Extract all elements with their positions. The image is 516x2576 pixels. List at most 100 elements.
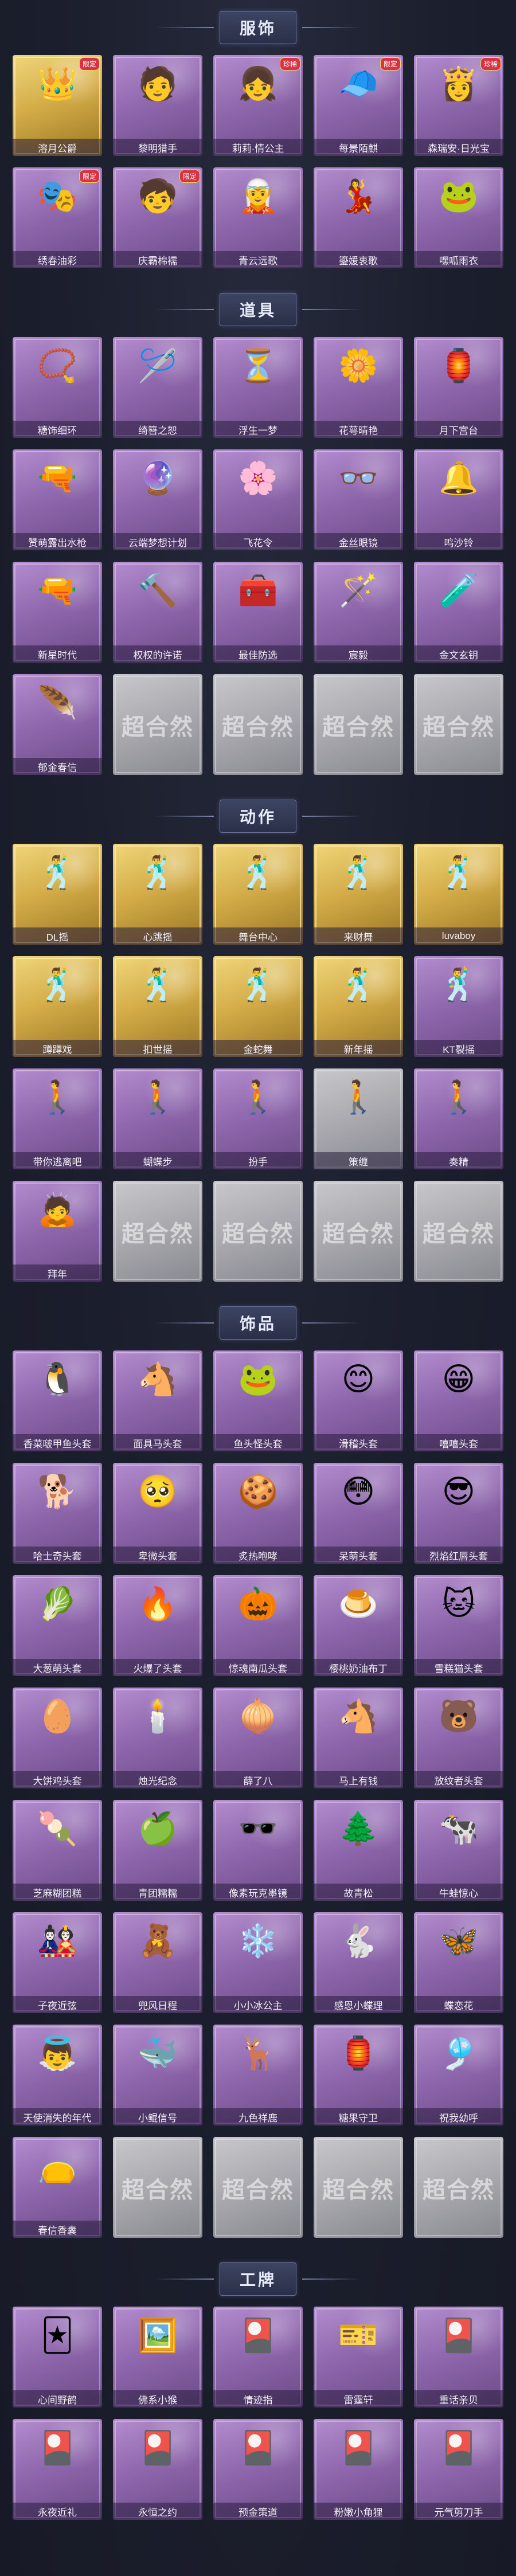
item-tile[interactable]: 超合然 [113,674,202,775]
item-tile[interactable]: 超合然 [314,2137,403,2238]
item-tile[interactable]: 超合然 [213,674,303,775]
item-tile[interactable]: 🍏 青团糯糯 [113,1800,202,1901]
item-tile[interactable]: 💃 鎏媛衷歌 [314,167,403,268]
item-tile[interactable]: 🦋 蝶恋花 [414,1912,503,2013]
item-tile[interactable]: ❄️ 小小冰公主 [213,1912,303,2013]
item-tile[interactable]: 超合然 [314,674,403,775]
item-tile[interactable]: 🐱 雪糕猫头套 [414,1575,503,1676]
item-tile[interactable]: 🎴 元气剪刀手 [414,2419,503,2520]
item-tile[interactable]: 🕺 KT裂摇 [414,956,503,1057]
item-tile[interactable]: 超合然 [113,2137,202,2238]
item-tile[interactable]: 😁 嘻嘻头套 [414,1350,503,1451]
item-tile[interactable]: 🎴 永夜近礼 [13,2419,102,2520]
item-tile[interactable]: 🧑 黎明猎手 [113,55,202,156]
item-tile[interactable]: 🔔 鸣沙铃 [414,449,503,550]
item-tile[interactable]: 🕺 蹲蹲戏 [13,956,102,1057]
item-tile[interactable]: 🏮 月下宫台 [414,337,503,438]
item-tile[interactable]: 🔫 赞萌露出水枪 [13,449,102,550]
item-tile[interactable]: 🧒 庆霸棉襦 限定 [113,167,202,268]
item-tile[interactable]: 😳 呆萌头套 [314,1463,403,1564]
item-tile[interactable]: 🧝 青云远歌 [213,167,303,268]
item-tile[interactable]: 🔥 火爆了头套 [113,1575,202,1676]
item-tile[interactable]: 🎭 绣春油彩 限定 [13,167,102,268]
item-tile[interactable]: 🕺 心跳摇 [113,844,202,945]
item-tile[interactable]: ⏳ 浮生一梦 [213,337,303,438]
item-tile[interactable]: 🧪 金文玄钥 [414,562,503,663]
item-tile[interactable]: 🎃 惊魂南瓜头套 [213,1575,303,1676]
item-tile[interactable]: 👧 莉莉·情公主 珍稀 [213,55,303,156]
item-tile[interactable]: 🥬 大葱萌头套 [13,1575,102,1676]
item-tile[interactable]: 🔨 权权的许诺 [113,562,202,663]
item-tile[interactable]: 🕶️ 像素玩克墨镜 [213,1800,303,1901]
item-tile[interactable]: 超合然 [213,1181,303,1282]
item-tile[interactable]: 🪄 宸毅 [314,562,403,663]
item-tile[interactable]: 🕺 金蛇舞 [213,956,303,1057]
item-tile[interactable]: 🐻 放纹者头套 [414,1688,503,1788]
item-tile[interactable]: 🚶 扮手 [213,1068,303,1169]
item-tile[interactable]: 🎴 重话亲贝 [414,2307,503,2407]
item-tile[interactable]: 🚶 蝴蝶步 [113,1068,202,1169]
item-tile[interactable]: 👼 天使消失的年代 [13,2025,102,2125]
item-tile[interactable]: 🪶 郁金春信 [13,674,102,775]
item-tile[interactable]: 🐳 小鲲信号 [113,2025,202,2125]
item-tile[interactable]: 🥺 卑微头套 [113,1463,202,1564]
item-tile[interactable]: 👸 森瑞安·日光宝 珍稀 [414,55,503,156]
item-tile[interactable]: 超合然 [414,2137,503,2238]
item-tile[interactable]: 🕺 来财舞 [314,844,403,945]
item-tile[interactable]: 🍡 芝麻糊团糕 [13,1800,102,1901]
item-tile[interactable]: 🔫 新星时代 [13,562,102,663]
item-tile[interactable]: 🧰 最佳防选 [213,562,303,663]
item-tile[interactable]: 🐧 香菜啵甲鱼头套 [13,1350,102,1451]
item-tile[interactable]: 🌸 飞花令 [213,449,303,550]
item-tile[interactable]: 🕺 新年摇 [314,956,403,1057]
item-tile[interactable]: 🧸 兜风日程 [113,1912,202,2013]
item-tile[interactable]: 超合然 [314,1181,403,1282]
item-tile[interactable]: 🕺 扣世摇 [113,956,202,1057]
item-tile[interactable]: 🙇 拜年 [13,1181,102,1282]
item-tile[interactable]: 超合然 [414,1181,503,1282]
item-tile[interactable]: 🚶 带你逃离吧 [13,1068,102,1169]
item-tile[interactable]: 🎴 情迹指 [213,2307,303,2407]
item-tile[interactable]: 🏮 糖果守卫 [314,2025,403,2125]
item-tile[interactable]: 超合然 [213,2137,303,2238]
item-tile[interactable]: 🐸 嘿呱雨衣 [414,167,503,268]
item-tile[interactable]: 🕯️ 烛光纪念 [113,1688,202,1788]
item-tile[interactable]: 🎴 预金策道 [213,2419,303,2520]
item-tile[interactable]: 🎎 子夜近弦 [13,1912,102,2013]
item-tile[interactable]: 😊 滑稽头套 [314,1350,403,1451]
item-tile[interactable]: 超合然 [414,674,503,775]
item-tile[interactable]: 🚶 奏精 [414,1068,503,1169]
item-tile[interactable]: 🌲 故青松 [314,1800,403,1901]
item-tile[interactable]: 👓 金丝眼镜 [314,449,403,550]
item-tile[interactable]: 🍮 樱桃奶油布丁 [314,1575,403,1676]
item-tile[interactable]: 😎 烈焰红唇头套 [414,1463,503,1564]
item-tile[interactable]: 🪡 绮簪之恕 [113,337,202,438]
item-tile[interactable]: 🥚 大饼鸡头套 [13,1688,102,1788]
item-tile[interactable]: 🎐 祝我幼呼 [414,2025,503,2125]
item-tile[interactable]: 🃏 心间野鹤 [13,2307,102,2407]
item-tile[interactable]: 🕺 luvaboy [414,844,503,945]
item-tile[interactable]: 🌼 花萼晴艳 [314,337,403,438]
item-tile[interactable]: 🕺 舞台中心 [213,844,303,945]
item-tile[interactable]: 🔮 云端梦想计划 [113,449,202,550]
item-tile[interactable]: 📿 糖饰细环 [13,337,102,438]
item-tile[interactable]: 超合然 [113,1181,202,1282]
item-tile[interactable]: 🦌 九色祥鹿 [213,2025,303,2125]
item-tile[interactable]: 🧢 每景陌麒 限定 [314,55,403,156]
item-tile[interactable]: 🐸 鱼头怪头套 [213,1350,303,1451]
item-tile[interactable]: 👑 溶月公爵 限定 [13,55,102,156]
item-tile[interactable]: 🐕 哈士奇头套 [13,1463,102,1564]
item-tile[interactable]: 🧅 薛了八 [213,1688,303,1788]
item-tile[interactable]: 🐴 面具马头套 [113,1350,202,1451]
item-tile[interactable]: 🐴 马上有钱 [314,1688,403,1788]
item-tile[interactable]: 🎴 永恒之约 [113,2419,202,2520]
item-tile[interactable]: 🕺 DL摇 [13,844,102,945]
item-tile[interactable]: 🍪 炙热咆哮 [213,1463,303,1564]
item-tile[interactable]: 🖼️ 佛系小猴 [113,2307,202,2407]
item-tile[interactable]: 👝 春信香囊 [13,2137,102,2238]
item-tile[interactable]: 🐇 感恩小蝶理 [314,1912,403,2013]
item-tile[interactable]: 🐄 牛蛙惊心 [414,1800,503,1901]
item-tile[interactable]: 🎫 雷霆轩 [314,2307,403,2407]
item-tile[interactable]: 🚶 策缠 [314,1068,403,1169]
item-tile[interactable]: 🎴 粉嫩小角狸 [314,2419,403,2520]
